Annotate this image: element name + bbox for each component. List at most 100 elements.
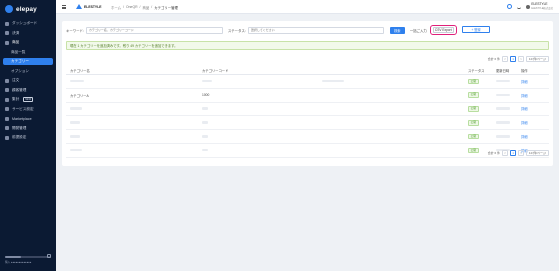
avatar <box>525 4 530 9</box>
keyword-input[interactable] <box>85 26 223 34</box>
new-badge: NEW <box>23 96 34 103</box>
next-page-button[interactable]: > <box>518 56 525 62</box>
prev-page-button[interactable]: < <box>502 150 509 156</box>
page-1-button[interactable]: 1 <box>510 150 517 156</box>
breadcrumb-product[interactable]: 商品 <box>142 5 149 10</box>
sidebar-item-option[interactable]: オプション <box>3 68 53 75</box>
sidebar-item-service[interactable]: サービス設定 <box>3 106 53 113</box>
order-icon <box>5 78 9 83</box>
sidebar-item-stats[interactable]: 集計 NEW <box>3 96 53 103</box>
breadcrumb-oneqr[interactable]: OneQR <box>126 5 138 10</box>
updated-at <box>496 79 510 83</box>
sidebar-item-product-list[interactable]: 商品一覧 <box>3 49 53 56</box>
page-1-button[interactable]: 1 <box>510 56 517 62</box>
sidebar-item-category[interactable]: カテゴリー <box>3 58 53 65</box>
sidebar-item-label: 顧客管理 <box>12 87 27 92</box>
sidebar-item-label: 前提設定 <box>12 135 27 139</box>
breadcrumb: ホーム / OneQR / 商品 / カテゴリー管理 <box>111 5 178 10</box>
redacted-cell <box>322 79 344 83</box>
table-row: 公開 詳細 <box>66 75 549 89</box>
page-size-select[interactable]: 10 件/ページ <box>526 56 549 62</box>
detail-link[interactable]: 詳細 <box>521 106 549 111</box>
header-actions: ELESTYLE ELESTYLE株式会社 <box>506 2 553 10</box>
sidebar-item-order[interactable]: 注文 <box>3 77 53 84</box>
menu-toggle-icon[interactable] <box>62 5 66 9</box>
status-badge: 公開 <box>468 147 479 154</box>
sidebar-item-customer[interactable]: 顧客管理 <box>3 87 53 94</box>
table-row: 公開 詳細 <box>66 130 549 144</box>
sidebar-item-payment[interactable]: 決済 <box>3 30 53 37</box>
user-menu[interactable]: ELESTYLE ELESTYLE株式会社 <box>525 2 553 10</box>
sidebar-item-label: 開発管理 <box>12 125 27 130</box>
updated-at <box>496 93 510 97</box>
sidebar-item-label: Marketplace <box>12 116 32 121</box>
detail-link[interactable]: 詳細 <box>521 93 549 98</box>
status-badge: 公開 <box>468 119 479 126</box>
status-badge: 公開 <box>468 78 479 85</box>
category-name: カテゴリーA <box>70 93 89 98</box>
col-actions: 操作 <box>521 69 528 73</box>
updated-at <box>496 107 510 110</box>
settings-icon <box>5 135 9 140</box>
sidebar-item-label: 注文 <box>12 78 20 82</box>
store-selector[interactable]: ELESTYLE <box>76 4 102 9</box>
category-code <box>202 121 208 124</box>
category-code <box>202 148 208 152</box>
product-icon <box>5 40 9 45</box>
col-category-code: カテゴリーコード <box>202 69 229 73</box>
sidebar-item-label: オプション <box>11 68 29 73</box>
search-button[interactable]: 検索 <box>389 26 405 34</box>
category-name <box>70 135 80 138</box>
breadcrumb-home[interactable]: ホーム <box>111 5 121 10</box>
prev-page-button[interactable]: < <box>502 56 509 62</box>
pagination-bottom: 合計 6 件 < 1 > 10 件/ページ <box>488 150 549 156</box>
table-row: カテゴリーA 1000 公開 詳細 <box>66 89 549 103</box>
sidebar-item-dev[interactable]: 開発管理 <box>3 125 53 132</box>
category-name <box>70 79 84 83</box>
status-select[interactable] <box>247 26 384 34</box>
category-table: カテゴリー名 カテゴリーコード ステータス 更新日時 操作 公開 詳細 カテゴリ… <box>66 67 549 158</box>
detail-link[interactable]: 詳細 <box>521 79 549 84</box>
usage-progress-bar <box>5 256 51 258</box>
sidebar-item-dashboard[interactable]: ダッシュボード <box>3 20 53 27</box>
detail-link[interactable]: 詳細 <box>521 134 549 139</box>
total-count: 合計 6 件 <box>487 151 501 155</box>
sidebar-item-marketplace[interactable]: Marketplace <box>3 115 53 122</box>
sidebar-item-label: 商品 <box>12 40 20 44</box>
help-icon[interactable] <box>506 4 512 10</box>
marketplace-icon <box>5 116 9 121</box>
customer-icon <box>5 88 9 92</box>
col-status: ステータス <box>468 69 485 73</box>
bulk-label: 一括ご入力 <box>409 28 427 33</box>
sidebar-item-settings[interactable]: 前提設定 <box>3 134 53 141</box>
dashboard-icon <box>5 21 9 26</box>
updated-at <box>496 135 510 138</box>
sidebar: elepay ダッシュボード 決済 商品 商品一覧 カテゴリー オプション 注文… <box>0 0 56 271</box>
collapse-icon[interactable] <box>47 254 51 258</box>
csv-export-highlight: CSV Export <box>430 25 457 35</box>
next-page-button[interactable]: > <box>518 150 525 156</box>
service-icon <box>5 107 9 111</box>
add-category-button[interactable]: + 登録 <box>462 26 490 33</box>
filter-bar: キーワード: ステータス: 検索 一括ご入力 <box>66 26 429 34</box>
sidebar-footer: 購入 ●●●●●●●●●●●●● <box>5 254 51 264</box>
page-size-select[interactable]: 10 件/ページ <box>526 150 549 156</box>
status-label: ステータス: <box>227 28 246 33</box>
sidebar-item-label: 商品一覧 <box>11 49 26 54</box>
csv-export-button[interactable]: CSV Export <box>432 27 454 34</box>
pagination-top: 合計 6 件 < 1 > 10 件/ページ <box>488 56 549 62</box>
top-header: ELESTYLE ホーム / OneQR / 商品 / カテゴリー管理 ELESTYL… <box>56 0 559 14</box>
col-category-name: カテゴリー名 <box>70 69 90 73</box>
category-code <box>202 79 212 83</box>
app-root: elepay ダッシュボード 決済 商品 商品一覧 カテゴリー オプション 注文… <box>0 0 559 271</box>
sidebar-item-product[interactable]: 商品 <box>3 39 53 46</box>
updated-at <box>496 121 510 124</box>
sidebar-logo[interactable]: elepay <box>0 0 56 14</box>
breadcrumb-current: カテゴリー管理 <box>154 6 178 10</box>
category-code <box>202 135 208 138</box>
download-icon[interactable] <box>516 5 521 9</box>
detail-link[interactable]: 詳細 <box>521 120 549 125</box>
usage-progress-fill <box>5 256 22 258</box>
category-name <box>70 148 82 152</box>
table-row: 公開 詳細 <box>66 103 549 117</box>
